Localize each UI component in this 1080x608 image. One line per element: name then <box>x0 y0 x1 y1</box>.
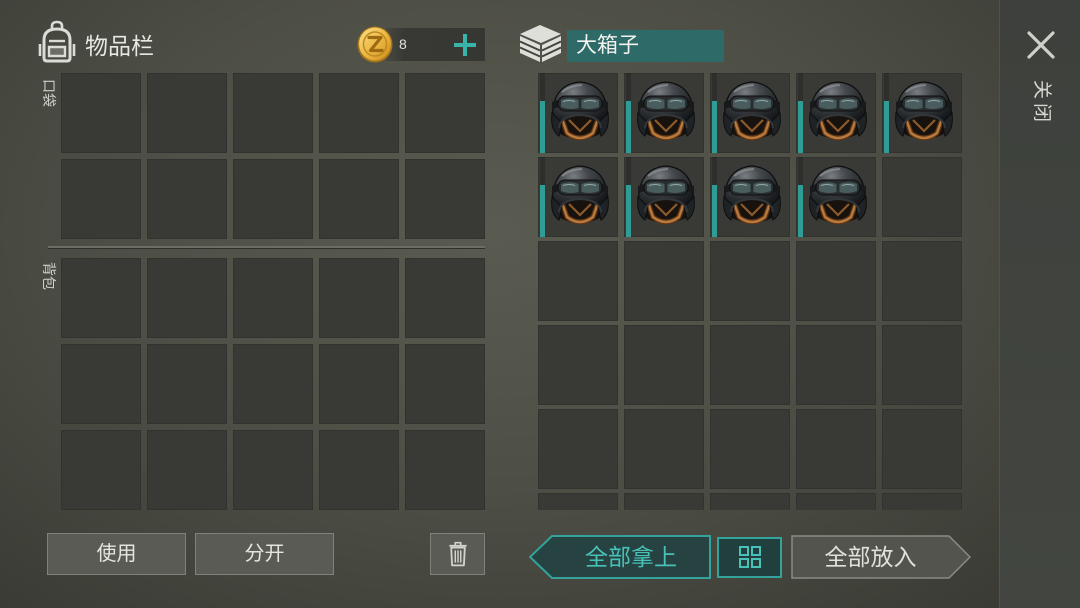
container-slot[interactable] <box>624 241 704 321</box>
coin-icon <box>356 25 394 64</box>
helmet-icon <box>624 73 704 153</box>
container-slot[interactable] <box>624 73 704 153</box>
container-slot[interactable] <box>710 157 790 237</box>
pocket-slot[interactable] <box>319 159 399 239</box>
split-button[interactable]: 分开 <box>195 533 334 575</box>
pocket-slot[interactable] <box>233 73 313 153</box>
backpack-slot[interactable] <box>61 430 141 510</box>
backpack-slot[interactable] <box>147 258 227 338</box>
backpack-slot[interactable] <box>405 430 485 510</box>
container-slot[interactable] <box>882 493 962 510</box>
delete-button[interactable] <box>430 533 485 575</box>
container-slot[interactable] <box>538 241 618 321</box>
container-slot[interactable] <box>882 157 962 237</box>
pocket-slot[interactable] <box>405 159 485 239</box>
container-slot[interactable] <box>882 241 962 321</box>
take-all-button[interactable]: 全部拿上 <box>529 535 711 579</box>
container-slot[interactable] <box>624 325 704 405</box>
container-slot[interactable] <box>710 241 790 321</box>
use-button[interactable]: 使用 <box>47 533 186 575</box>
container-slot[interactable] <box>538 73 618 153</box>
container-slot[interactable] <box>796 409 876 489</box>
helmet-icon <box>538 157 618 237</box>
helmet-icon <box>796 157 876 237</box>
backpack-slot[interactable] <box>319 344 399 424</box>
container-grid[interactable] <box>538 73 962 510</box>
backpack-slot[interactable] <box>319 258 399 338</box>
backpack-slot[interactable] <box>405 258 485 338</box>
pocket-slot[interactable] <box>233 159 313 239</box>
pocket-label: 口袋 <box>41 79 57 107</box>
container-slot[interactable] <box>624 409 704 489</box>
pocket-slot[interactable] <box>61 73 141 153</box>
helmet-icon <box>796 73 876 153</box>
container-slot[interactable] <box>538 325 618 405</box>
helmet-icon <box>882 73 962 153</box>
container-slot[interactable] <box>796 325 876 405</box>
container-slot[interactable] <box>882 325 962 405</box>
helmet-icon <box>710 73 790 153</box>
backpack-slot[interactable] <box>61 258 141 338</box>
backpack-slot[interactable] <box>405 344 485 424</box>
close-icon <box>1027 31 1055 59</box>
grid-icon <box>739 546 761 568</box>
container-slot[interactable] <box>710 325 790 405</box>
box-icon <box>517 22 564 64</box>
backpack-grid <box>61 258 485 510</box>
pocket-slot[interactable] <box>61 159 141 239</box>
helmet-icon <box>538 73 618 153</box>
container-slot[interactable] <box>882 409 962 489</box>
container-slot[interactable] <box>796 241 876 321</box>
helmet-icon <box>624 157 704 237</box>
container-slot[interactable] <box>710 409 790 489</box>
sort-button[interactable] <box>717 537 782 578</box>
put-all-button[interactable]: 全部放入 <box>791 535 971 579</box>
backpack-slot[interactable] <box>233 258 313 338</box>
backpack-slot[interactable] <box>147 430 227 510</box>
coin-amount: 8 <box>399 36 407 52</box>
backpack-icon <box>38 20 76 64</box>
backpack-slot[interactable] <box>319 430 399 510</box>
trash-icon <box>449 541 467 567</box>
container-name-field[interactable]: 大箱子 <box>567 30 724 62</box>
container-slot[interactable] <box>538 157 618 237</box>
close-button[interactable] <box>1026 30 1056 60</box>
plus-icon <box>452 32 478 58</box>
backpack-slot[interactable] <box>233 430 313 510</box>
container-slot[interactable] <box>538 493 618 510</box>
container-slot[interactable] <box>882 73 962 153</box>
add-coins-button[interactable] <box>452 32 478 58</box>
backpack-slot[interactable] <box>61 344 141 424</box>
container-slot[interactable] <box>796 493 876 510</box>
inventory-title: 物品栏 <box>85 33 154 59</box>
helmet-icon <box>710 157 790 237</box>
backpack-label: 背包 <box>41 262 57 290</box>
put-all-label: 全部放入 <box>824 544 917 570</box>
take-all-label: 全部拿上 <box>585 544 677 570</box>
section-divider <box>48 246 485 248</box>
container-slot[interactable] <box>710 493 790 510</box>
pocket-slot[interactable] <box>147 159 227 239</box>
container-slot[interactable] <box>710 73 790 153</box>
container-slot[interactable] <box>538 409 618 489</box>
close-label[interactable]: 关闭 <box>1031 80 1052 126</box>
container-slot[interactable] <box>624 157 704 237</box>
pocket-grid <box>61 73 485 239</box>
pocket-slot[interactable] <box>147 73 227 153</box>
backpack-slot[interactable] <box>147 344 227 424</box>
container-slot[interactable] <box>796 73 876 153</box>
container-slot[interactable] <box>624 493 704 510</box>
inventory-screen: 物品栏 8 口袋 背包 使用 分开 大箱子 全部拿上 全部放入 关闭 <box>0 0 1080 608</box>
pocket-slot[interactable] <box>319 73 399 153</box>
pocket-slot[interactable] <box>405 73 485 153</box>
container-slot[interactable] <box>796 157 876 237</box>
backpack-slot[interactable] <box>233 344 313 424</box>
